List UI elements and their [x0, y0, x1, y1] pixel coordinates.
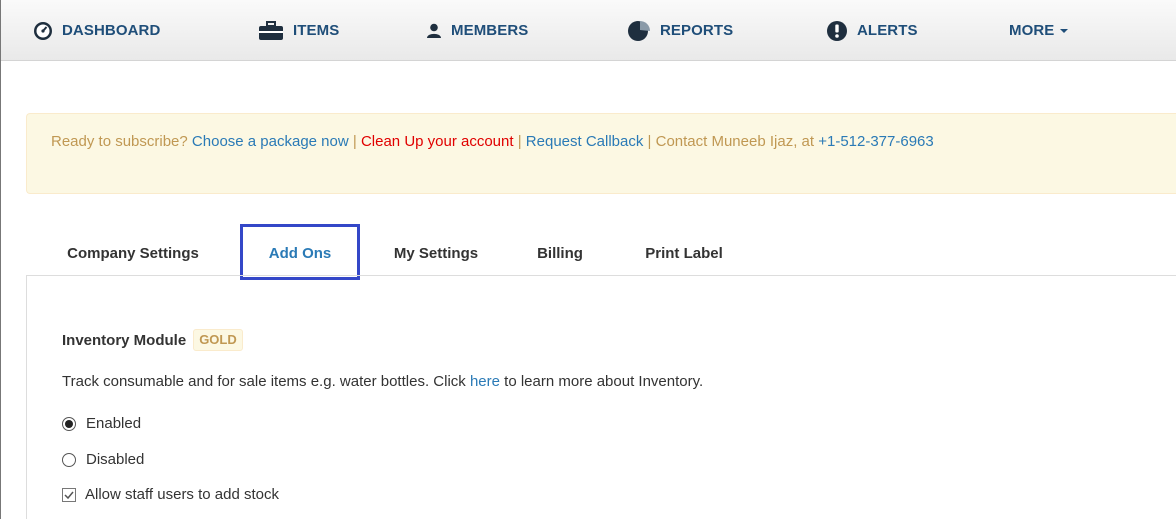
briefcase-icon — [258, 20, 284, 41]
dashboard-icon — [33, 21, 53, 41]
module-description: Track consumable and for sale items e.g.… — [62, 373, 703, 390]
learn-more-link[interactable]: here — [470, 373, 500, 390]
alert-separator: | — [647, 133, 652, 150]
nav-members[interactable]: MEMBERS — [426, 0, 528, 61]
choose-package-link[interactable]: Choose a package now — [192, 133, 349, 150]
tab-label: Company Settings — [67, 244, 199, 262]
tab-company-settings[interactable]: Company Settings — [46, 230, 220, 276]
caret-down-icon — [1060, 28, 1069, 33]
enabled-radio[interactable] — [62, 416, 76, 431]
allow-staff-stock-label: Allow staff users to add stock — [85, 486, 279, 503]
tab-label: Billing — [537, 244, 583, 262]
nav-items-label: ITEMS — [293, 22, 340, 39]
add-ons-panel — [26, 276, 1176, 519]
disabled-label: Disabled — [86, 451, 145, 468]
nav-alerts[interactable]: ALERTS — [826, 0, 918, 61]
alert-separator: | — [517, 133, 522, 150]
checkmark-icon — [64, 491, 74, 499]
tab-add-ons[interactable]: Add Ons — [243, 230, 357, 276]
tab-billing[interactable]: Billing — [516, 230, 604, 276]
enabled-label: Enabled — [86, 415, 142, 432]
clean-up-account-link[interactable]: Clean Up your account — [361, 133, 514, 150]
alert-separator: | — [352, 133, 357, 150]
enabled-radio-option[interactable]: Enabled — [62, 415, 141, 432]
nav-items[interactable]: ITEMS — [258, 0, 339, 61]
settings-tabs: Company Settings Add Ons My Settings Bil… — [26, 230, 1176, 276]
allow-staff-stock-checkbox[interactable] — [62, 487, 76, 502]
nav-reports[interactable]: REPORTS — [627, 0, 733, 61]
tab-label: Add Ons — [268, 244, 332, 262]
exclamation-icon — [826, 20, 848, 42]
pie-chart-icon — [627, 20, 651, 42]
description-text: Track consumable and for sale items e.g.… — [62, 373, 466, 390]
tab-label: My Settings — [393, 244, 479, 262]
request-callback-link[interactable]: Request Callback — [526, 133, 644, 150]
nav-reports-label: REPORTS — [660, 22, 734, 39]
nav-dashboard-label: DASHBOARD — [62, 22, 161, 39]
nav-alerts-label: ALERTS — [857, 22, 918, 39]
inventory-module-heading: Inventory Module GOLD — [62, 329, 243, 351]
tab-my-settings[interactable]: My Settings — [371, 230, 501, 276]
nav-more-label: MORE — [1009, 22, 1055, 39]
gold-badge: GOLD — [193, 329, 243, 351]
user-icon — [426, 23, 442, 39]
top-navbar: DASHBOARD ITEMS MEMBERS REPORTS ALERTS M… — [1, 0, 1176, 61]
contact-text: Contact Muneeb Ijaz, at — [655, 133, 815, 150]
alert-prefix: Ready to subscribe? — [51, 133, 188, 150]
tab-print-label[interactable]: Print Label — [622, 230, 746, 276]
subscription-alert: Ready to subscribe? Choose a package now… — [26, 113, 1176, 194]
tab-label: Print Label — [645, 244, 723, 262]
description-text-end: to learn more about Inventory. — [504, 373, 704, 390]
disabled-radio[interactable] — [62, 452, 76, 467]
allow-staff-stock-option[interactable]: Allow staff users to add stock — [62, 486, 279, 503]
nav-more[interactable]: MORE — [1009, 0, 1069, 61]
nav-members-label: MEMBERS — [451, 22, 529, 39]
module-title: Inventory Module — [62, 331, 187, 349]
disabled-radio-option[interactable]: Disabled — [62, 451, 144, 468]
nav-dashboard[interactable]: DASHBOARD — [33, 0, 160, 61]
contact-phone-link[interactable]: +1-512-377-6963 — [818, 133, 934, 150]
